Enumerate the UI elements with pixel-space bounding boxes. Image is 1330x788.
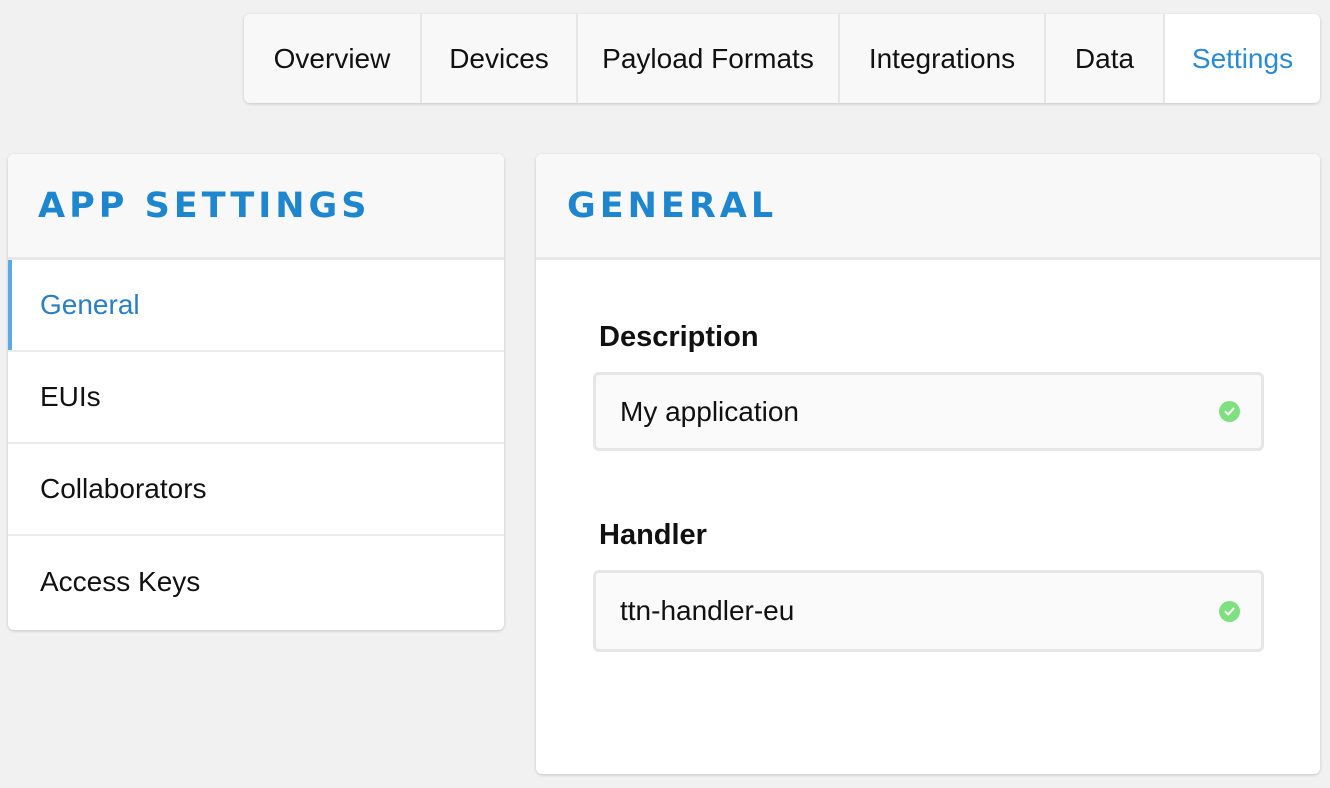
sidebar-header: APP SETTINGS [8,154,504,260]
general-settings-card: GENERAL Description Handler [536,154,1320,774]
sidebar-item-access-keys[interactable]: Access Keys [8,536,504,628]
tab-integrations[interactable]: Integrations [840,14,1046,103]
description-field[interactable] [593,372,1264,451]
sidebar-item-collaborators[interactable]: Collaborators [8,444,504,536]
tab-data[interactable]: Data [1046,14,1165,103]
tab-settings[interactable]: Settings [1165,14,1320,103]
description-input[interactable] [620,395,1219,428]
sidebar-item-label: EUIs [40,381,101,412]
description-label: Description [599,321,759,353]
check-circle-icon [1219,600,1240,622]
tab-devices[interactable]: Devices [422,14,578,103]
sidebar-item-label: Collaborators [40,473,207,504]
app-settings-sidebar: APP SETTINGS General EUIs Collaborators … [8,154,504,630]
handler-label: Handler [599,519,707,551]
top-tab-bar: Overview Devices Payload Formats Integra… [244,14,1320,103]
sidebar-item-label: General [40,289,140,320]
sidebar-title: APP SETTINGS [38,185,371,226]
check-circle-icon [1219,401,1240,422]
handler-input[interactable] [620,595,1219,627]
sidebar-item-general[interactable]: General [8,260,504,352]
handler-field[interactable] [593,570,1264,652]
tab-overview[interactable]: Overview [244,14,422,103]
general-title: GENERAL [567,185,778,226]
sidebar-item-label: Access Keys [40,566,201,597]
sidebar-item-euis[interactable]: EUIs [8,352,504,444]
tab-payload-formats[interactable]: Payload Formats [578,14,840,103]
general-header: GENERAL [536,154,1320,260]
